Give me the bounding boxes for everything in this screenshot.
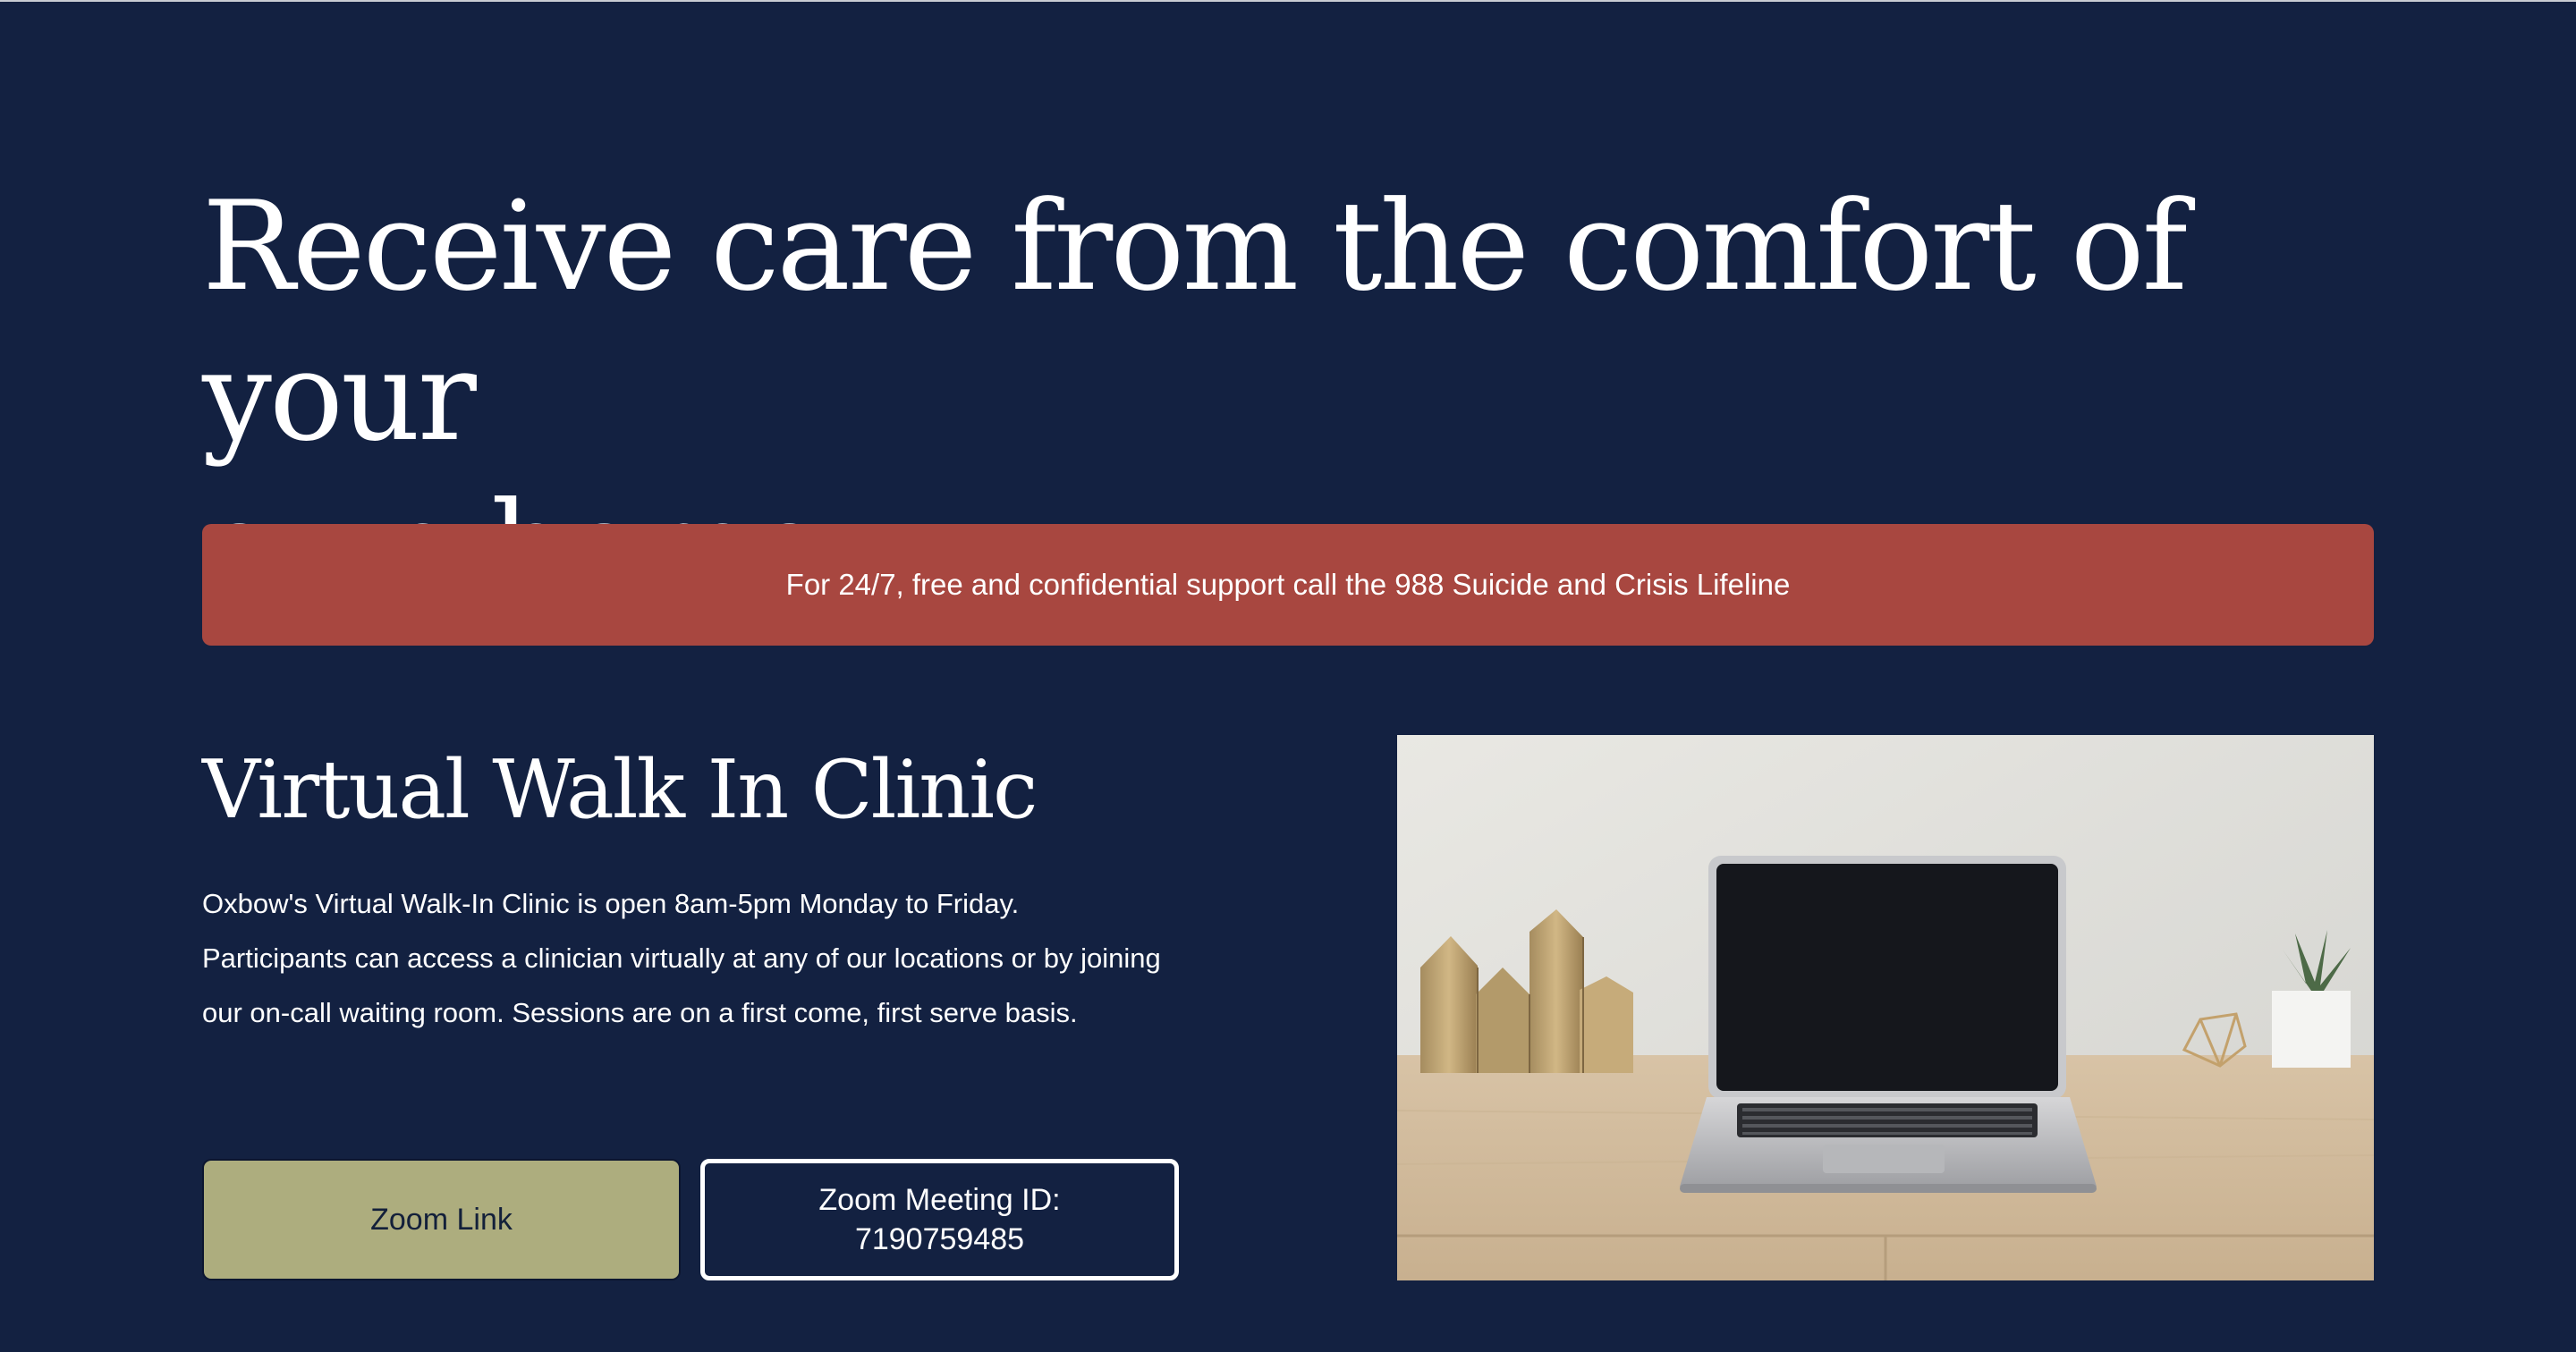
zoom-link-button[interactable]: Zoom Link — [202, 1159, 681, 1280]
meeting-id-value: 7190759485 — [854, 1222, 1025, 1256]
laptop-desk-illustration — [1397, 735, 2374, 1280]
meeting-id-label: Zoom Meeting ID: — [818, 1183, 1061, 1217]
clinic-title: Virtual Walk In Clinic — [202, 743, 1038, 837]
crisis-lifeline-banner[interactable]: For 24/7, free and confidential support … — [202, 524, 2374, 646]
clinic-description: Oxbow's Virtual Walk-In Clinic is open 8… — [202, 888, 1161, 1028]
zoom-meeting-id-button[interactable]: Zoom Meeting ID: 7190759485 — [700, 1159, 1179, 1280]
laptop-desk-photo — [1397, 735, 2374, 1280]
zoom-link-label: Zoom Link — [370, 1203, 513, 1237]
hero-headline-line-1: Receive care from the comfort of your — [202, 174, 2188, 469]
crisis-banner-text: For 24/7, free and confidential support … — [785, 568, 1791, 601]
laptop — [1680, 856, 2097, 1193]
page: Receive care from the comfort of your ow… — [0, 0, 2576, 1352]
